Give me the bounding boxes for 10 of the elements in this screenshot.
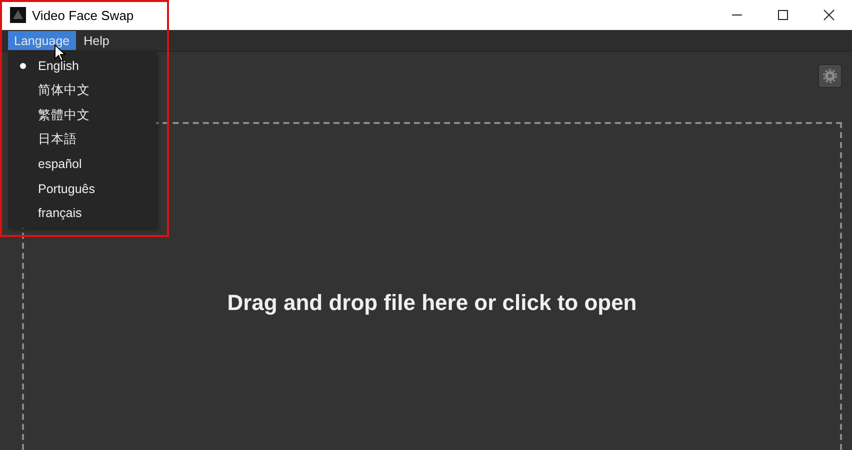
menu-item[interactable]: Help [78,31,116,50]
window-title: Video Face Swap [32,8,134,22]
settings-button[interactable] [818,64,842,88]
language-option[interactable]: English [8,54,156,78]
settings-icon [823,69,837,83]
app-logo-icon [10,7,26,23]
language-option[interactable]: 简体中文 [8,78,156,103]
maximize-icon [777,9,789,21]
close-icon [823,9,835,21]
drop-zone-text: Drag and drop file here or click to open [227,290,637,317]
